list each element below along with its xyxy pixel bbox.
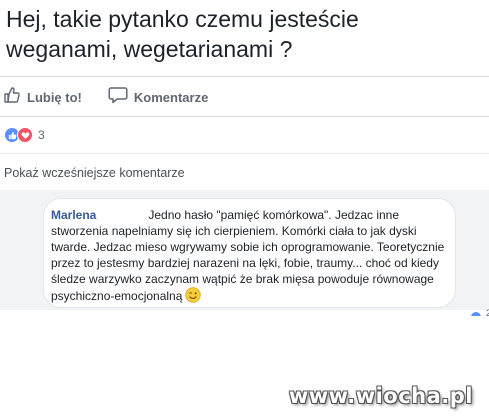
watermark: www.wiocha.pl (288, 384, 473, 408)
comment-author[interactable]: Marlena (51, 208, 96, 222)
comment-bubble: Marlena Jedno hasło "pamięć komórkowa". J… (43, 198, 489, 316)
divider (0, 153, 489, 154)
comment-body: Marlena Jedno hasło "pamięć komórkowa". J… (51, 207, 451, 307)
like-button[interactable]: Lubię to! (3, 86, 82, 109)
reactions-summary[interactable]: 3 (4, 127, 45, 143)
comment-button[interactable]: Komentarze (108, 86, 208, 109)
divider (0, 116, 489, 117)
comment-reaction-like-icon (471, 309, 481, 316)
comment-bubble-icon (108, 86, 128, 109)
post-actions-bar: Lubię to! Komentarze (3, 86, 234, 108)
avatar[interactable] (6, 198, 38, 230)
divider (0, 76, 489, 77)
like-label: Lubię to! (27, 89, 82, 105)
reaction-count: 3 (38, 128, 45, 142)
thumbs-up-icon (3, 86, 21, 109)
show-previous-comments-link[interactable]: Pokaż wcześniejsze komentarze (4, 166, 185, 180)
comment-label: Komentarze (133, 89, 209, 105)
comment-text: Jedno hasło "pamięć komórkowa". Jedzac i… (51, 208, 445, 303)
love-reaction-icon (17, 127, 33, 143)
post-title: Hej, takie pytanko czemu jesteście wegan… (6, 6, 359, 62)
wink-smiley-icon (185, 287, 202, 307)
comments-section: Marlena Jedno hasło "pamięć komórkowa". J… (0, 190, 489, 316)
